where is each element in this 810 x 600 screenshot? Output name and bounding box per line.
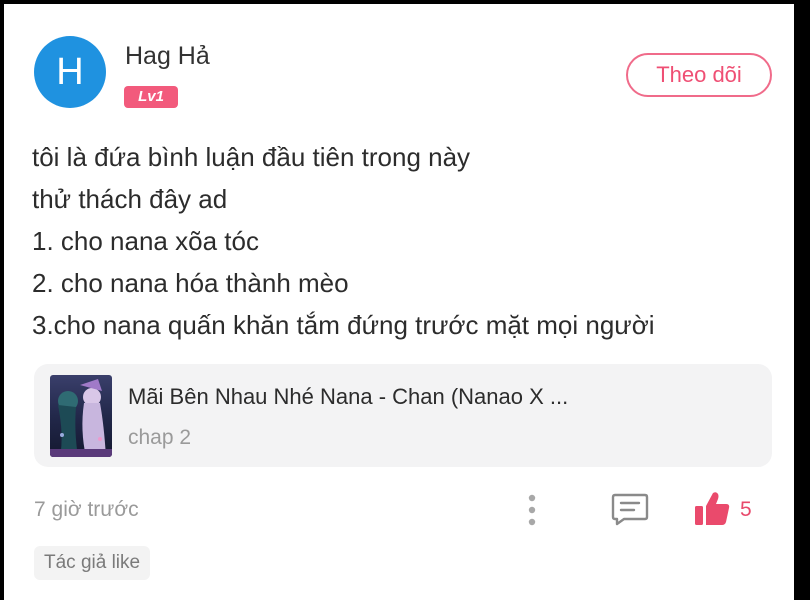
more-vertical-icon[interactable] — [520, 490, 544, 530]
comment-line: 2. cho nana hóa thành mèo — [32, 268, 349, 298]
follow-button[interactable]: Theo dõi — [626, 53, 772, 97]
comment-line: tôi là đứa bình luận đầu tiên trong này — [32, 142, 471, 172]
comment-icon[interactable] — [610, 492, 650, 526]
comment-line: 1. cho nana xõa tóc — [32, 226, 259, 256]
manga-title: Mãi Bên Nhau Nhé Nana - Chan (Nanao X ..… — [128, 384, 569, 409]
manga-cover-image — [50, 375, 112, 457]
username[interactable]: Hag Hả — [125, 42, 210, 71]
comment-line: 3.cho nana quấn khăn tắm đứng trước mặt … — [32, 310, 655, 340]
level-badge: Lv1 — [124, 86, 178, 108]
avatar-letter: H — [56, 51, 84, 93]
like-count: 5 — [740, 498, 752, 521]
manga-link-card[interactable]: Mãi Bên Nhau Nhé Nana - Chan (Nanao X ..… — [34, 364, 772, 467]
avatar[interactable]: H — [34, 36, 106, 108]
comment-line: thử thách đây ad — [32, 184, 228, 214]
author-like-tag: Tác giả like — [34, 546, 151, 580]
manga-chapter: chap 2 — [128, 426, 192, 449]
comment-card: H Hag Hả Lv1 Theo dõi tôi là đứa bình lu… — [4, 4, 794, 600]
comment-text: tôi là đứa bình luận đầu tiên trong này … — [32, 136, 772, 346]
timestamp: 7 giờ trước — [34, 498, 139, 521]
thumbs-up-icon[interactable] — [692, 489, 732, 529]
